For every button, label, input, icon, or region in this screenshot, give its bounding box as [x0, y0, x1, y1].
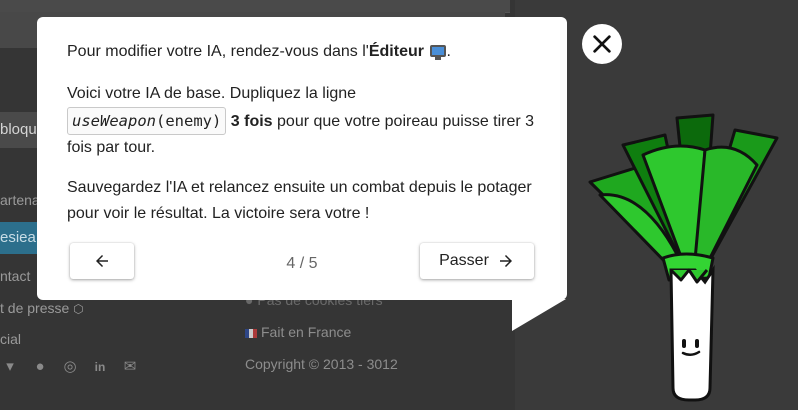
leek-mascot	[588, 113, 779, 402]
background-highlight-item: esiea	[0, 222, 40, 254]
dialog-speech-tail	[512, 299, 566, 331]
background-menu-label: t de presse	[0, 300, 70, 316]
skip-button-label: Passer	[439, 252, 489, 269]
code-args: (enemy)	[156, 112, 222, 130]
dialog-bold-text: 3 fois	[230, 113, 273, 130]
background-footer-copyright: Copyright © 2013 - 3012	[245, 356, 398, 372]
mail-icon: ✉	[123, 358, 137, 375]
background-footer-made-in: Fait en France	[245, 324, 351, 340]
dialog-text: Pour modifier votre IA, rendez-vous dans…	[67, 43, 369, 60]
background-menu-item: cial	[0, 331, 22, 347]
close-button[interactable]	[582, 24, 622, 64]
background-menu-item: t de presse ⬡	[0, 300, 84, 316]
french-flag-icon	[245, 328, 257, 338]
twitter-icon: ▾	[6, 358, 14, 375]
code-function: useWeapon	[72, 112, 156, 130]
background-menu-item: ntact	[0, 268, 31, 284]
cube-icon: ⬡	[73, 302, 84, 316]
computer-icon	[430, 45, 447, 60]
instagram-icon: ◎	[63, 358, 77, 375]
dialog-text: .	[446, 43, 451, 60]
skip-button[interactable]: Passer	[420, 243, 534, 279]
editor-link-label: Éditeur	[368, 43, 424, 60]
linkedin-icon: in	[94, 360, 106, 374]
arrow-right-icon	[499, 255, 512, 267]
dialog-line-save: Sauvegardez l'IA et relancez ensuite un …	[67, 179, 532, 222]
close-icon	[593, 35, 611, 53]
tutorial-dialog: Pour modifier votre IA, rendez-vous dans…	[37, 17, 567, 300]
background-social-links: ▾ ● ◎ in ✉	[0, 356, 140, 378]
background-block-label: bloqu	[0, 112, 42, 148]
dialog-navigation: 4 / 5 Passer	[70, 243, 534, 279]
dialog-line-editor: Pour modifier votre IA, rendez-vous dans…	[67, 39, 537, 65]
facebook-icon: ●	[35, 358, 45, 375]
background-menu-item: artena	[0, 192, 40, 208]
code-snippet: useWeapon(enemy)	[67, 107, 227, 135]
dialog-line-instructions: Voici votre IA de base. Dupliquez la lig…	[67, 81, 537, 161]
dialog-text: Voici votre IA de base. Dupliquez la lig…	[67, 85, 357, 102]
footer-made-in-label: Fait en France	[261, 324, 352, 340]
